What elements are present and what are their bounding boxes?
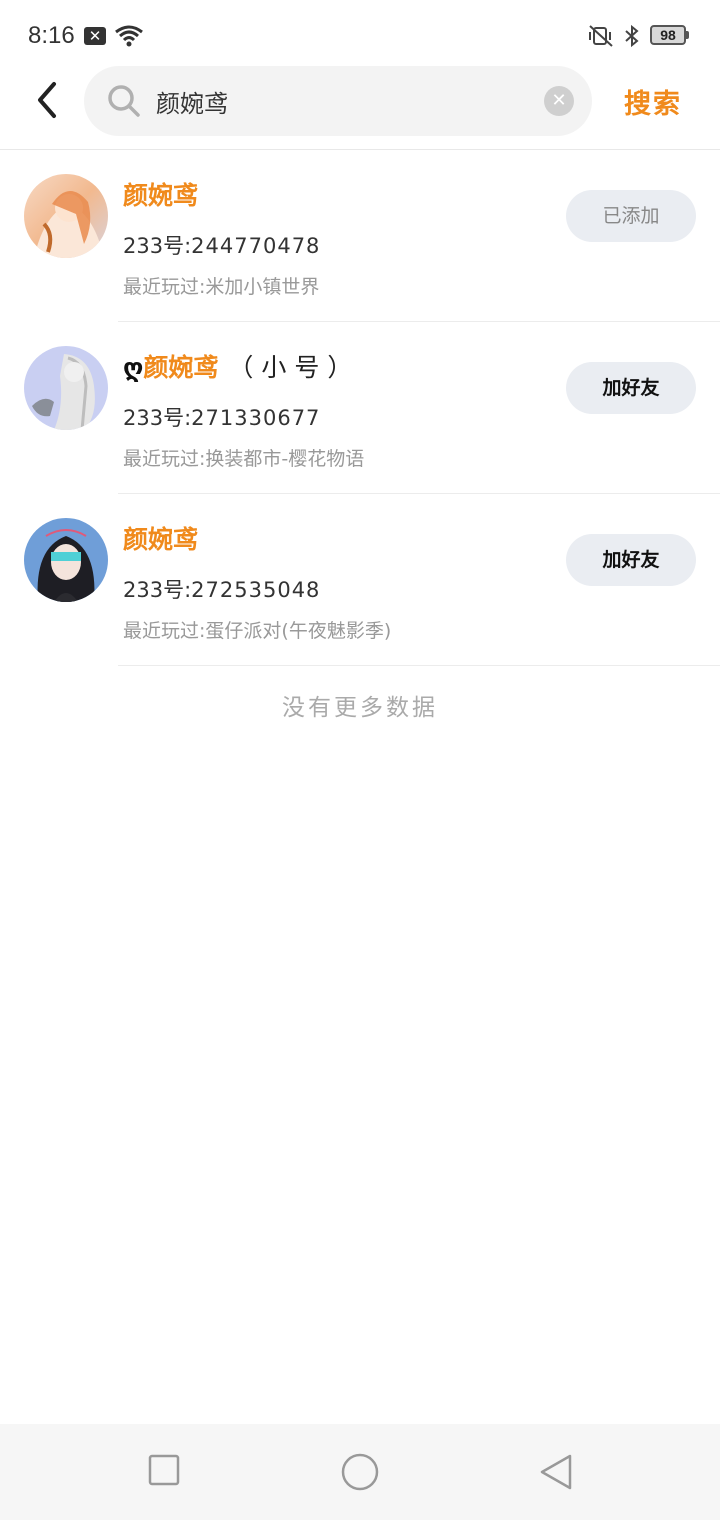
uid-value: 271330677 [191, 406, 321, 430]
result-name: ღ颜婉鸢 （小号） [123, 348, 360, 384]
search-input[interactable] [156, 66, 536, 136]
back-arrow-icon [38, 82, 56, 118]
uid-label: 233号: [123, 234, 192, 258]
uid-label: 233号: [123, 578, 192, 602]
home-circle-icon[interactable] [340, 1452, 380, 1496]
notification-icon: ✕ [84, 27, 106, 45]
system-nav-bar [0, 1424, 720, 1520]
result-item[interactable]: 颜婉鸢 233号:244770478 最近玩过:米加小镇世界 已添加 [0, 150, 720, 322]
user-id: 233号:271330677 [123, 402, 320, 432]
back-button[interactable] [28, 78, 68, 122]
search-result-list: 颜婉鸢 233号:244770478 最近玩过:米加小镇世界 已添加 ღ颜婉鸢（… [0, 150, 720, 666]
result-item[interactable]: ღ颜婉鸢 （小号） 233号:271330677 最近玩过:换装都市-樱花物语 加… [0, 322, 720, 494]
status-time: 8:16 [28, 22, 75, 49]
search-button[interactable]: 搜索 [624, 82, 682, 121]
wifi-icon [114, 24, 144, 52]
name-prefix: ღ [123, 353, 144, 382]
add-friend-button[interactable]: 加好友 [566, 534, 696, 586]
avatar[interactable] [24, 174, 108, 258]
vibrate-mute-icon [586, 24, 616, 52]
uid-value: 272535048 [191, 578, 321, 602]
user-id: 233号:244770478 [123, 230, 320, 260]
search-header: ✕ 搜索 [0, 64, 720, 150]
search-icon [106, 83, 142, 123]
result-item[interactable]: 颜婉鸢 233号:272535048 最近玩过:蛋仔派对(午夜魅影季) 加好友 [0, 494, 720, 666]
battery-tip [686, 31, 689, 39]
uid-value: 244770478 [191, 234, 321, 258]
back-triangle-icon[interactable] [536, 1452, 576, 1496]
add-friend-button[interactable]: 加好友 [566, 362, 696, 414]
recently-played: 最近玩过:换装都市-樱花物语 [123, 448, 365, 470]
no-more-data-label: 没有更多数据 [282, 695, 438, 721]
uid-label: 233号: [123, 406, 192, 430]
result-name: 颜婉鸢 [123, 520, 208, 556]
name-text: 颜婉鸢 [123, 181, 199, 210]
name-text: 颜婉鸢 [143, 353, 219, 382]
clear-search-button[interactable]: ✕ [544, 86, 574, 116]
recently-played: 最近玩过:米加小镇世界 [123, 276, 320, 298]
recently-played: 最近玩过:蛋仔派对(午夜魅影季) [123, 620, 392, 642]
avatar[interactable] [24, 346, 108, 430]
bluetooth-icon [622, 24, 642, 52]
added-button[interactable]: 已添加 [566, 190, 696, 242]
recents-square-icon[interactable] [146, 1452, 182, 1492]
name-text: 颜婉鸢 [123, 525, 199, 554]
search-box[interactable]: ✕ [84, 66, 592, 136]
user-id: 233号:272535048 [123, 574, 320, 604]
divider [118, 665, 720, 666]
status-bar: 8:16 ✕ 98 [0, 0, 720, 72]
result-name: 颜婉鸢 [123, 176, 208, 212]
battery-icon: 98 [650, 25, 686, 45]
avatar[interactable] [24, 518, 108, 602]
name-suffix: （小号） [228, 353, 361, 382]
